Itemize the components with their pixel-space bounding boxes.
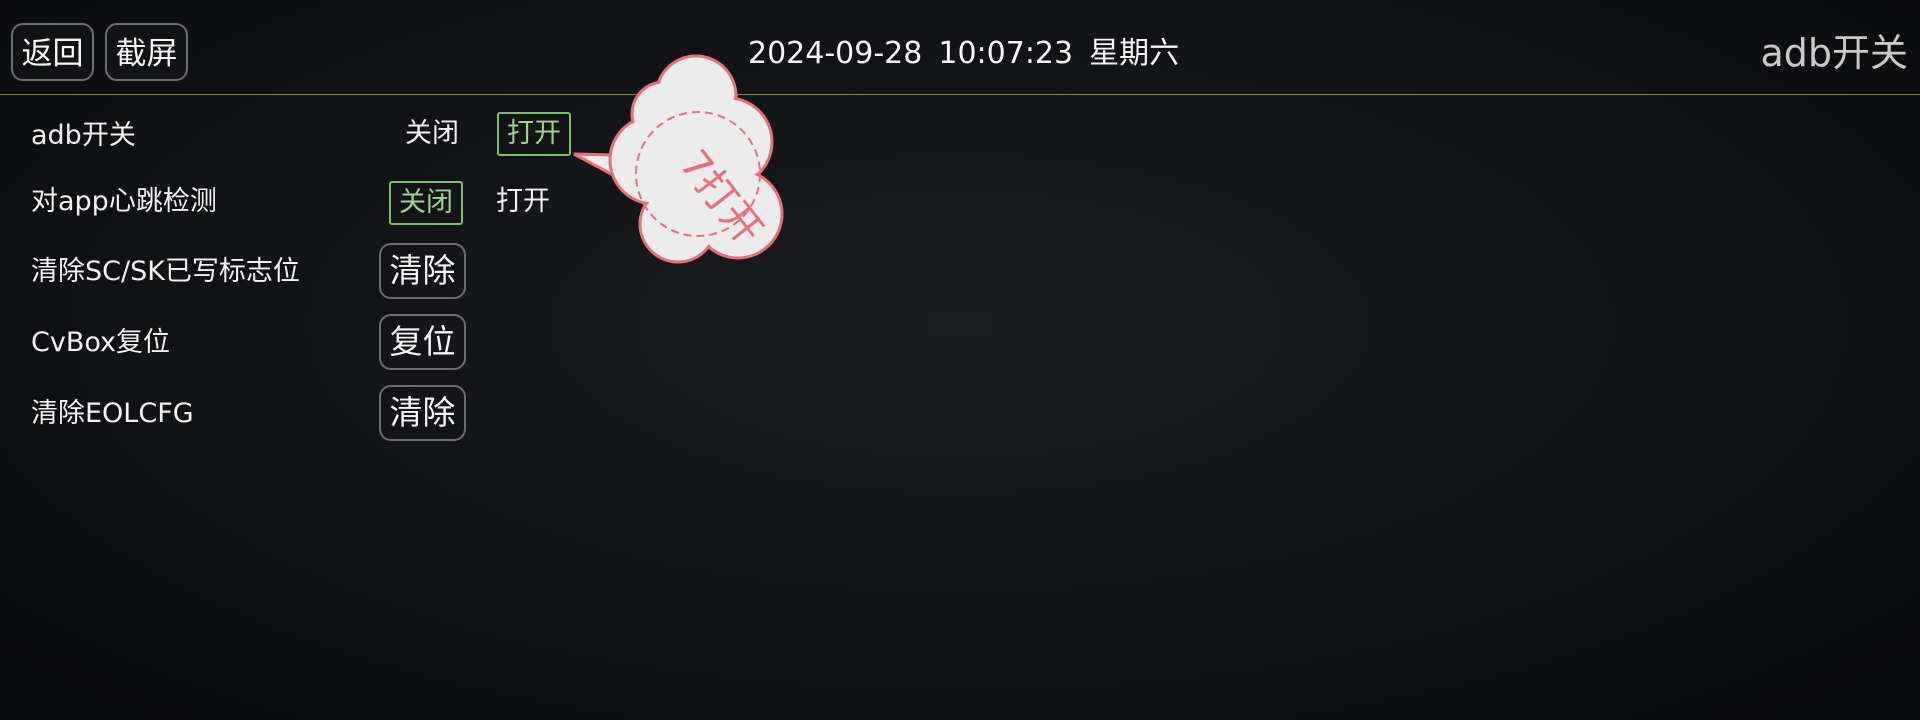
datetime-display: 2024-09-28 10:07:23 星期六 <box>748 34 1195 74</box>
time-text: 10:07:23 <box>938 36 1074 71</box>
clear-eolcfg-label: 清除EOLCFG <box>31 398 194 429</box>
cvbox-reset-button[interactable]: 复位 <box>379 314 466 370</box>
clear-sc-sk-flag-button[interactable]: 清除 <box>379 243 466 299</box>
top-bar: 返回 截屏 2024-09-28 10:07:23 星期六 adb开关 <box>0 0 1920 95</box>
page-title: adb开关 <box>1760 31 1908 75</box>
clear-sc-sk-flag-label: 清除SC/SK已写标志位 <box>31 256 300 287</box>
cvbox-reset-label: CvBox复位 <box>31 327 171 358</box>
app-heartbeat-label: 对app心跳检测 <box>31 186 217 217</box>
adb-switch-label: adb开关 <box>31 120 136 151</box>
adb-switch-on-option[interactable]: 打开 <box>497 112 571 156</box>
clear-eolcfg-button[interactable]: 清除 <box>379 385 466 441</box>
app-heartbeat-off-option[interactable]: 关闭 <box>389 181 463 225</box>
app-heartbeat-on-option[interactable]: 打开 <box>496 185 550 219</box>
weekday-text: 星期六 <box>1089 36 1180 71</box>
adb-switch-off-option[interactable]: 关闭 <box>405 117 459 151</box>
screenshot-button[interactable]: 截屏 <box>105 23 188 81</box>
annotation-cloud-bubble: 7打开 <box>573 54 784 264</box>
back-button[interactable]: 返回 <box>11 23 94 81</box>
